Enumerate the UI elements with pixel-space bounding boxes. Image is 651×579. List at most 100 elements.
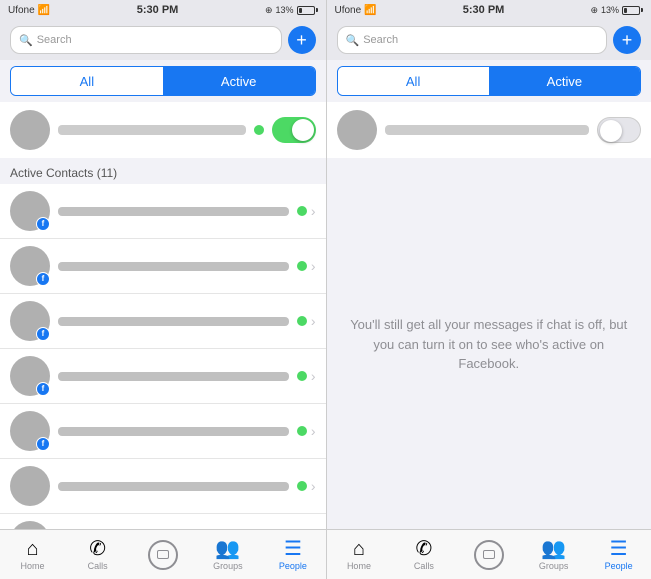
avatar: f: [10, 191, 50, 231]
search-icon-right: 🔍: [346, 34, 360, 47]
avatar: f: [10, 521, 50, 529]
section-header-left: Active Contacts (11): [0, 160, 326, 184]
online-dot: [297, 371, 307, 381]
avatar: f: [10, 356, 50, 396]
tab-all-left[interactable]: All: [11, 67, 163, 95]
calls-icon: ✆: [89, 539, 106, 559]
chevron-icon: ›: [311, 423, 316, 439]
contact-item[interactable]: f ›: [0, 184, 326, 239]
online-dot: [297, 426, 307, 436]
search-placeholder-left: Search: [37, 34, 72, 46]
nav-home-label: Home: [21, 561, 45, 571]
name-top-left: [58, 125, 246, 135]
avatar: [10, 466, 50, 506]
chat-off-area: You'll still get all your messages if ch…: [327, 160, 651, 529]
chat-toggle-left[interactable]: [272, 117, 316, 143]
chevron-icon: ›: [311, 258, 316, 274]
search-area-left: 🔍 Search +: [0, 20, 326, 60]
top-user-right: [327, 102, 651, 158]
battery-right: 13%: [601, 5, 619, 15]
camera-icon: [148, 540, 178, 570]
nav-people-label: People: [279, 561, 307, 571]
time-left: 5:30 PM: [137, 4, 179, 16]
nav-calls-right[interactable]: ✆ Calls: [391, 539, 456, 571]
search-placeholder-right: Search: [363, 34, 398, 46]
wifi-icon-left: 📶: [38, 5, 50, 16]
left-panel: Ufone 📶 5:30 PM ⊕ 13% 🔍 Search + All Act…: [0, 0, 326, 579]
battery-icon-right: [622, 6, 643, 15]
search-box-right[interactable]: 🔍 Search: [337, 26, 608, 54]
plus-button-right[interactable]: +: [613, 26, 641, 54]
nav-groups-right[interactable]: 👥 Groups: [521, 539, 586, 571]
contact-name: [58, 262, 289, 271]
contact-name: [58, 372, 289, 381]
contact-item[interactable]: f ›: [0, 294, 326, 349]
nav-calls-left[interactable]: ✆ Calls: [65, 539, 130, 571]
online-dot: [297, 481, 307, 491]
chevron-icon: ›: [311, 313, 316, 329]
search-area-right: 🔍 Search +: [327, 20, 651, 60]
avatar-top-left: [10, 110, 50, 150]
nav-people-left[interactable]: ☰ People: [260, 539, 325, 571]
nav-groups-label: Groups: [539, 561, 569, 571]
nav-camera-left[interactable]: [130, 540, 195, 570]
active-dot-top-left: [254, 125, 264, 135]
contact-item[interactable]: f ›: [0, 514, 326, 529]
contact-item[interactable]: ›: [0, 459, 326, 514]
nav-calls-label: Calls: [88, 561, 108, 571]
search-box-left[interactable]: 🔍 Search: [10, 26, 282, 54]
tab-row-right: All Active: [337, 66, 642, 96]
chat-off-text: You'll still get all your messages if ch…: [347, 315, 632, 374]
tab-active-right[interactable]: Active: [489, 67, 640, 95]
online-dot: [297, 316, 307, 326]
nav-groups-label: Groups: [213, 561, 243, 571]
plus-button-left[interactable]: +: [288, 26, 316, 54]
nav-home-right[interactable]: ⌂ Home: [327, 539, 392, 571]
right-panel: Ufone 📶 5:30 PM ⊕ 13% 🔍 Search + All Act…: [326, 0, 651, 579]
time-right: 5:30 PM: [463, 4, 505, 16]
tab-active-left[interactable]: Active: [163, 67, 315, 95]
search-icon-left: 🔍: [19, 34, 33, 47]
groups-icon: 👥: [541, 539, 566, 559]
contact-name: [58, 427, 289, 436]
avatar: f: [10, 411, 50, 451]
battery-icon-left: [297, 6, 318, 15]
home-icon: ⌂: [27, 539, 39, 559]
people-icon: ☰: [284, 539, 302, 559]
contact-item[interactable]: f ›: [0, 404, 326, 459]
avatar: f: [10, 301, 50, 341]
bottom-nav-right: ⌂ Home ✆ Calls 👥 Groups ☰ People: [327, 529, 651, 579]
charging-icon-right: ⊕: [590, 5, 598, 16]
nav-people-right[interactable]: ☰ People: [586, 539, 651, 571]
bottom-nav-left: ⌂ Home ✆ Calls 👥 Groups ☰ People: [0, 529, 326, 579]
online-dot: [297, 206, 307, 216]
status-bar-right: Ufone 📶 5:30 PM ⊕ 13%: [327, 0, 651, 20]
contact-name: [58, 317, 289, 326]
people-icon: ☰: [610, 539, 628, 559]
nav-calls-label: Calls: [414, 561, 434, 571]
nav-home-left[interactable]: ⌂ Home: [0, 539, 65, 571]
groups-icon: 👥: [215, 539, 240, 559]
nav-camera-right[interactable]: [456, 540, 521, 570]
online-dot: [297, 261, 307, 271]
contact-name: [58, 482, 289, 491]
contact-item[interactable]: f ›: [0, 349, 326, 404]
nav-groups-left[interactable]: 👥 Groups: [195, 539, 260, 571]
calls-icon: ✆: [415, 539, 432, 559]
carrier-right: Ufone: [335, 5, 362, 16]
avatar: f: [10, 246, 50, 286]
charging-icon-left: ⊕: [265, 5, 273, 16]
name-top-right: [385, 125, 590, 135]
camera-icon: [474, 540, 504, 570]
wifi-icon-right: 📶: [364, 5, 376, 16]
chevron-icon: ›: [311, 203, 316, 219]
tab-all-right[interactable]: All: [338, 67, 489, 95]
avatar-top-right: [337, 110, 377, 150]
contact-item[interactable]: f ›: [0, 239, 326, 294]
status-bar-left: Ufone 📶 5:30 PM ⊕ 13%: [0, 0, 326, 20]
contact-name: [58, 207, 289, 216]
chat-toggle-right[interactable]: [597, 117, 641, 143]
chevron-icon: ›: [311, 478, 316, 494]
contacts-list-left: f › f › f ›: [0, 184, 326, 529]
chevron-icon: ›: [311, 368, 316, 384]
